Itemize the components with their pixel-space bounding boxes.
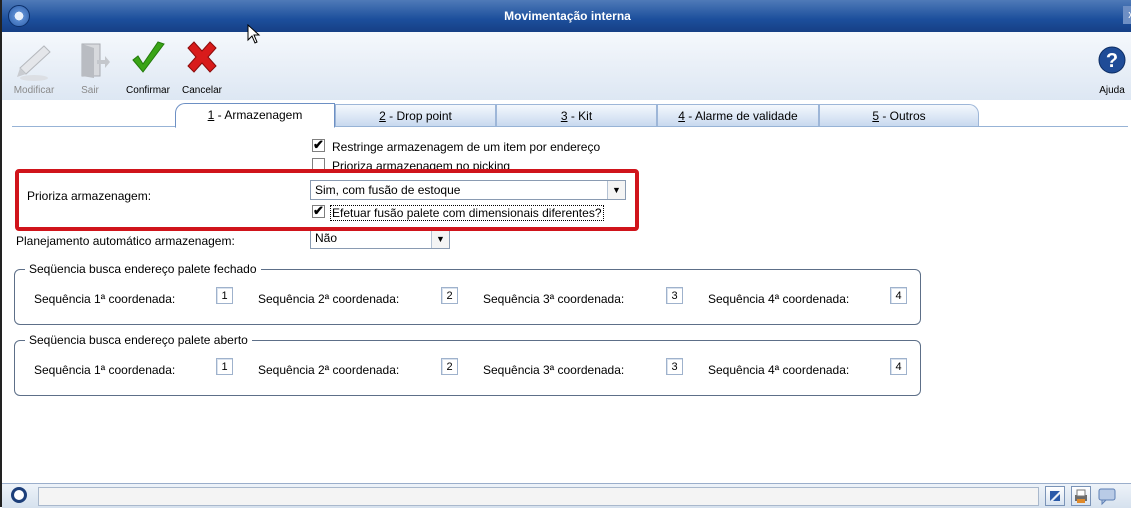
aberto-seq3-label: Sequência 3ª coordenada: <box>483 363 625 377</box>
aberto-seq1-input[interactable]: 1 <box>216 358 233 375</box>
tab-alarme-validade-key: 4 <box>678 109 685 123</box>
status-circle-icon[interactable] <box>11 487 27 503</box>
tab-armazenagem-label: - Armazenagem <box>214 108 303 122</box>
aberto-seq2-label: Sequência 2ª coordenada: <box>258 363 400 377</box>
tab-alarme-validade[interactable]: 4 - Alarme de validade <box>657 104 819 126</box>
planejamento-select[interactable]: Não ▼ <box>310 229 450 249</box>
title-bar: Movimentação interna x <box>2 0 1131 32</box>
window: Movimentação interna x Modificar Sair Co… <box>0 0 1131 508</box>
chat-icon[interactable] <box>1097 486 1117 506</box>
toolbar: Modificar Sair Confirmar Cancelar ? Ajud… <box>2 32 1131 101</box>
aberto-seq3-input[interactable]: 3 <box>666 358 683 375</box>
help-icon: ? <box>1098 46 1126 74</box>
resize-icon[interactable] <box>1045 486 1065 506</box>
fechado-seq4-input[interactable]: 4 <box>890 287 907 304</box>
tab-armazenagem[interactable]: 1 - Armazenagem <box>175 103 335 128</box>
sair-button[interactable]: Sair <box>70 38 110 96</box>
tab-outros-label: - Outros <box>879 109 926 123</box>
aberto-seq1-label: Sequência 1ª coordenada: <box>34 363 176 377</box>
aberto-seq2-input[interactable]: 2 <box>441 358 458 375</box>
exit-door-icon <box>81 43 110 78</box>
mouse-cursor-icon <box>247 24 261 44</box>
status-bar <box>2 483 1131 508</box>
sair-label: Sair <box>81 85 99 96</box>
window-title: Movimentação interna <box>504 9 631 23</box>
aberto-seq4-label: Sequência 4ª coordenada: <box>708 363 850 377</box>
confirmar-label: Confirmar <box>126 85 170 96</box>
tab-drop-point-label: - Drop point <box>385 109 452 123</box>
restringe-checkbox[interactable] <box>312 137 325 153</box>
confirmar-button[interactable]: Confirmar <box>122 38 174 96</box>
tab-kit-label: - Kit <box>567 109 593 123</box>
restringe-label: Restringe armazenagem de um item por end… <box>332 140 601 154</box>
highlight-box <box>15 169 639 231</box>
chevron-down-icon[interactable]: ▼ <box>431 230 449 248</box>
modificar-label: Modificar <box>13 85 55 96</box>
close-icon[interactable]: x <box>1123 6 1131 24</box>
cancelar-label: Cancelar <box>181 85 223 96</box>
palete-aberto-title: Seqüencia busca endereço palete aberto <box>25 333 252 347</box>
tab-alarme-validade-label: - Alarme de validade <box>684 109 798 123</box>
fechado-seq3-label: Sequência 3ª coordenada: <box>483 292 625 306</box>
x-cancel-icon <box>187 41 217 73</box>
print-icon[interactable] <box>1071 486 1091 506</box>
fechado-seq4-label: Sequência 4ª coordenada: <box>708 292 850 306</box>
tab-kit[interactable]: 3 - Kit <box>496 104 657 126</box>
fechado-seq3-input[interactable]: 3 <box>666 287 683 304</box>
ajuda-label: Ajuda <box>1099 85 1125 96</box>
palete-fechado-title: Seqüencia busca endereço palete fechado <box>25 262 261 276</box>
tab-outros[interactable]: 5 - Outros <box>819 104 979 126</box>
tab-drop-point-key: 2 <box>379 109 386 123</box>
aberto-seq4-input[interactable]: 4 <box>890 358 907 375</box>
fechado-seq1-label: Sequência 1ª coordenada: <box>34 292 176 306</box>
fechado-seq2-input[interactable]: 2 <box>441 287 458 304</box>
fechado-seq1-input[interactable]: 1 <box>216 287 233 304</box>
planejamento-value: Não <box>315 231 338 245</box>
fechado-seq2-label: Sequência 2ª coordenada: <box>258 292 400 306</box>
planejamento-label: Planejamento automático armazenagem: <box>16 234 235 248</box>
status-message-field <box>38 487 1039 506</box>
tab-kit-key: 3 <box>560 109 568 123</box>
ajuda-button[interactable]: ? Ajuda <box>1094 38 1130 96</box>
checkmark-icon <box>132 41 165 73</box>
tab-drop-point[interactable]: 2 - Drop point <box>335 104 496 126</box>
pencil-icon <box>17 45 51 81</box>
modificar-button[interactable]: Modificar <box>10 38 58 96</box>
tab-outros-key: 5 <box>872 109 879 123</box>
cancelar-button[interactable]: Cancelar <box>178 38 226 96</box>
svg-text:?: ? <box>1106 50 1118 72</box>
